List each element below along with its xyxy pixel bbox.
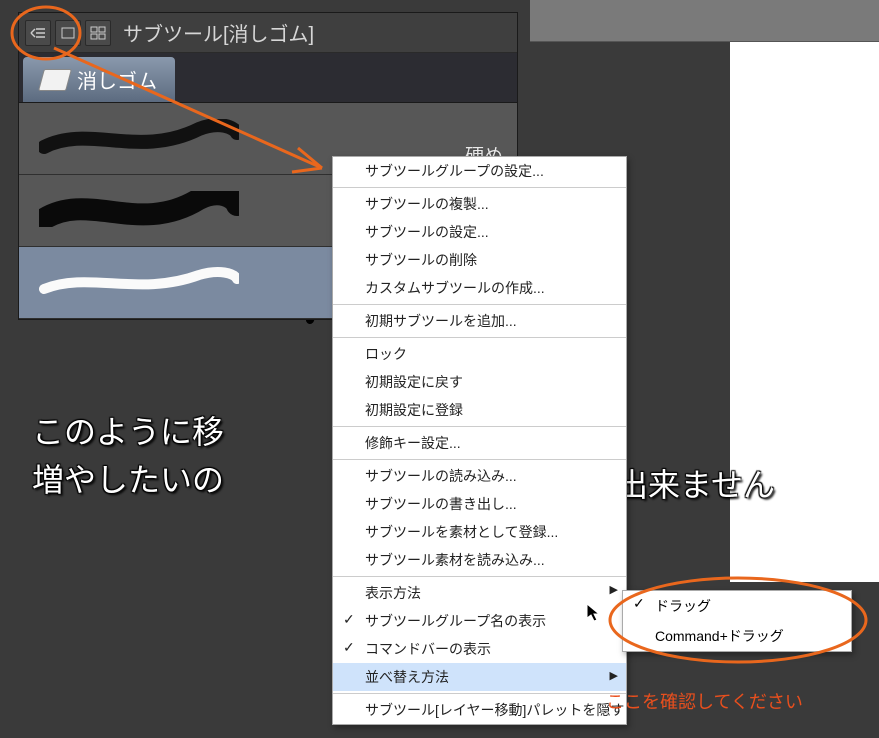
panel-title: サブツール[消しゴム]	[123, 18, 314, 47]
context-menu-item[interactable]: サブツールを素材として登録...	[333, 518, 626, 546]
context-menu-item[interactable]: サブツールの書き出し...	[333, 490, 626, 518]
context-menu-item[interactable]: サブツールの設定...	[333, 218, 626, 246]
sort-submenu-item[interactable]: ドラッグ✓	[623, 591, 851, 621]
context-menu-item[interactable]: サブツールの複製...	[333, 187, 626, 218]
panel-menu-icon[interactable]	[25, 20, 51, 46]
eraser-icon	[38, 69, 72, 91]
checkmark-icon: ✓	[343, 611, 355, 628]
context-menu-item[interactable]: サブツールグループの設定...	[333, 157, 626, 185]
tab-row: 消しゴム	[19, 53, 517, 103]
context-menu-item[interactable]: 並べ替え方法▶	[333, 663, 626, 691]
context-menu-item[interactable]: ロック	[333, 337, 626, 368]
context-menu-item[interactable]: サブツールグループ名の表示✓	[333, 607, 626, 635]
context-menu-item[interactable]: 初期サブツールを追加...	[333, 304, 626, 335]
tab-eraser[interactable]: 消しゴム	[23, 57, 175, 102]
app-toolbar	[530, 0, 879, 42]
context-menu-item[interactable]: 表示方法▶	[333, 576, 626, 607]
context-menu-item[interactable]: 修飾キー設定...	[333, 426, 626, 457]
checkmark-icon: ✓	[343, 639, 355, 656]
context-menu-item[interactable]: サブツール[レイヤー移動]パレットを隠す	[333, 693, 626, 724]
context-menu-item[interactable]: カスタムサブツールの作成...	[333, 274, 626, 302]
annotation-text-left: このように移 増やしたいの	[32, 408, 224, 504]
submenu-arrow-icon: ▶	[610, 669, 618, 682]
context-menu-item[interactable]: サブツール素材を読み込み...	[333, 546, 626, 574]
checkmark-icon: ✓	[633, 595, 645, 612]
sort-submenu-item[interactable]: Command+ドラッグ	[623, 621, 851, 651]
annotation-text-right: 出来ません	[616, 460, 775, 506]
panel-icon-b[interactable]	[85, 20, 111, 46]
context-menu-item[interactable]: サブツールの読み込み...	[333, 459, 626, 490]
context-menu-item[interactable]: 初期設定に登録	[333, 396, 626, 424]
brush-stroke-preview	[39, 191, 239, 227]
context-menu: サブツールグループの設定...サブツールの複製...サブツールの設定...サブツ…	[332, 156, 627, 725]
context-menu-item[interactable]: 初期設定に戻す	[333, 368, 626, 396]
brush-stroke-preview	[39, 119, 239, 155]
context-menu-item[interactable]: サブツールの削除	[333, 246, 626, 274]
context-menu-item[interactable]: コマンドバーの表示✓	[333, 635, 626, 663]
sort-submenu: ドラッグ✓Command+ドラッグ	[622, 590, 852, 652]
panel-header: サブツール[消しゴム]	[19, 13, 517, 53]
panel-icon-a[interactable]	[55, 20, 81, 46]
annotation-hint: ここを確認してください	[606, 688, 803, 714]
submenu-arrow-icon: ▶	[610, 583, 618, 596]
tab-label: 消しゴム	[77, 65, 157, 94]
brush-stroke-preview	[39, 263, 239, 299]
